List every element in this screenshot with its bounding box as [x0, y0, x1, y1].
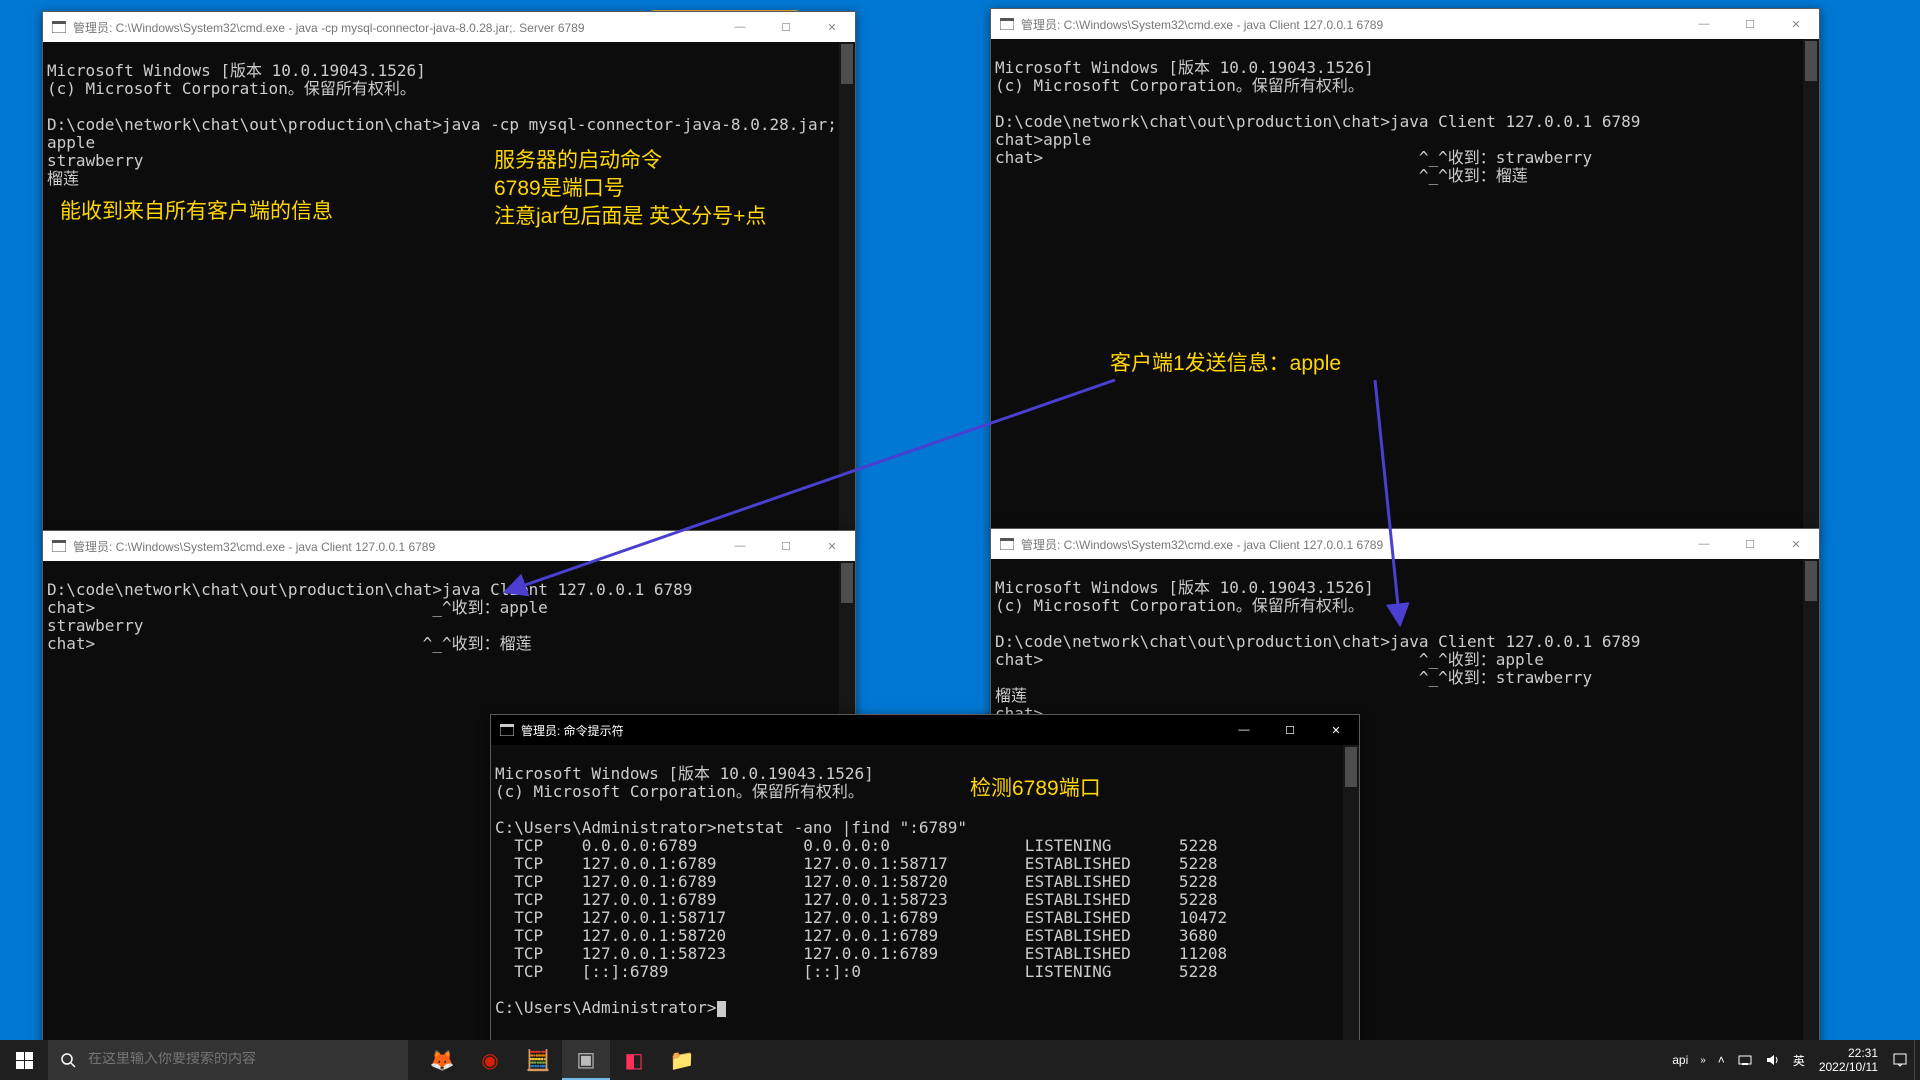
titlebar[interactable]: 管理员: C:\Windows\System32\cmd.exe - java …	[991, 9, 1819, 39]
close-button[interactable]: ✕	[809, 531, 855, 561]
close-button[interactable]: ✕	[1773, 529, 1819, 559]
tray-clock[interactable]: 22:31 2022/10/11	[1811, 1046, 1886, 1074]
search-input[interactable]	[88, 1052, 408, 1068]
window-title: 管理员: C:\Windows\System32\cmd.exe - java …	[73, 19, 717, 36]
windows-logo-icon	[16, 1052, 33, 1069]
titlebar[interactable]: 管理员: 命令提示符 — ☐ ✕	[491, 715, 1359, 745]
taskbar-app-explorer[interactable]: 📁	[658, 1040, 706, 1080]
tray-up-icon[interactable]: ˄	[1712, 1040, 1731, 1080]
tray-date: 2022/10/11	[1819, 1060, 1878, 1074]
cmd-icon	[51, 538, 67, 554]
taskbar-app-netease[interactable]: ◉	[466, 1040, 514, 1080]
taskbar-app-firefox[interactable]: 🦊	[418, 1040, 466, 1080]
minimize-button[interactable]: —	[1681, 529, 1727, 559]
server-terminal-window[interactable]: 管理员: C:\Windows\System32\cmd.exe - java …	[42, 11, 856, 531]
titlebar[interactable]: 管理员: C:\Windows\System32\cmd.exe - java …	[43, 12, 855, 42]
scrollbar[interactable]	[839, 42, 855, 530]
tray-volume-icon[interactable]	[1759, 1040, 1787, 1080]
taskbar-app-calc[interactable]: 🧮	[514, 1040, 562, 1080]
minimize-button[interactable]: —	[717, 12, 763, 42]
titlebar[interactable]: 管理员: C:\Windows\System32\cmd.exe - java …	[43, 531, 855, 561]
window-title: 管理员: 命令提示符	[521, 722, 1221, 739]
netstat-terminal-window[interactable]: 管理员: 命令提示符 — ☐ ✕ Microsoft Windows [版本 1…	[490, 714, 1360, 1044]
tray-ime-lang[interactable]: 英	[1787, 1040, 1811, 1080]
cursor	[717, 1001, 726, 1017]
system-tray[interactable]: api » ˄ 英 22:31 2022/10/11	[1666, 1040, 1920, 1080]
terminal-content[interactable]: Microsoft Windows [版本 10.0.19043.1526] (…	[991, 39, 1819, 529]
minimize-button[interactable]: —	[1221, 715, 1267, 745]
client1-terminal-window[interactable]: 管理员: C:\Windows\System32\cmd.exe - java …	[990, 8, 1820, 530]
minimize-button[interactable]: —	[717, 531, 763, 561]
scrollbar[interactable]	[1803, 559, 1819, 1047]
cmd-icon	[999, 16, 1015, 32]
maximize-button[interactable]: ☐	[763, 531, 809, 561]
start-button[interactable]	[0, 1040, 48, 1080]
maximize-button[interactable]: ☐	[763, 12, 809, 42]
taskbar-app-terminal[interactable]: ▣	[562, 1040, 610, 1080]
maximize-button[interactable]: ☐	[1727, 9, 1773, 39]
window-title: 管理员: C:\Windows\System32\cmd.exe - java …	[1021, 536, 1681, 553]
titlebar[interactable]: 管理员: C:\Windows\System32\cmd.exe - java …	[991, 529, 1819, 559]
tray-notifications-icon[interactable]	[1886, 1040, 1914, 1080]
cmd-icon	[499, 722, 515, 738]
tray-time: 22:31	[1848, 1046, 1878, 1060]
cmd-icon	[999, 536, 1015, 552]
cmd-icon	[51, 19, 67, 35]
tray-network-icon[interactable]	[1731, 1040, 1759, 1080]
show-desktop-button[interactable]	[1914, 1040, 1920, 1080]
taskbar[interactable]: 🦊 ◉ 🧮 ▣ ◧ 📁 api » ˄ 英 22:31 2022/10/11	[0, 1040, 1920, 1080]
scrollbar[interactable]	[1343, 745, 1359, 1043]
terminal-content[interactable]: Microsoft Windows [版本 10.0.19043.1526] (…	[491, 745, 1359, 1043]
tray-api-label[interactable]: api	[1666, 1040, 1694, 1080]
tray-overflow-icon[interactable]: »	[1694, 1040, 1712, 1080]
maximize-button[interactable]: ☐	[1727, 529, 1773, 559]
search-icon	[48, 1052, 88, 1068]
close-button[interactable]: ✕	[1313, 715, 1359, 745]
minimize-button[interactable]: —	[1681, 9, 1727, 39]
close-button[interactable]: ✕	[1773, 9, 1819, 39]
taskbar-search[interactable]	[48, 1040, 408, 1080]
maximize-button[interactable]: ☐	[1267, 715, 1313, 745]
terminal-content[interactable]: Microsoft Windows [版本 10.0.19043.1526] (…	[43, 42, 855, 530]
close-button[interactable]: ✕	[809, 12, 855, 42]
window-title: 管理员: C:\Windows\System32\cmd.exe - java …	[1021, 16, 1681, 33]
window-title: 管理员: C:\Windows\System32\cmd.exe - java …	[73, 538, 717, 555]
taskbar-app-intellij[interactable]: ◧	[610, 1040, 658, 1080]
scrollbar[interactable]	[1803, 39, 1819, 529]
